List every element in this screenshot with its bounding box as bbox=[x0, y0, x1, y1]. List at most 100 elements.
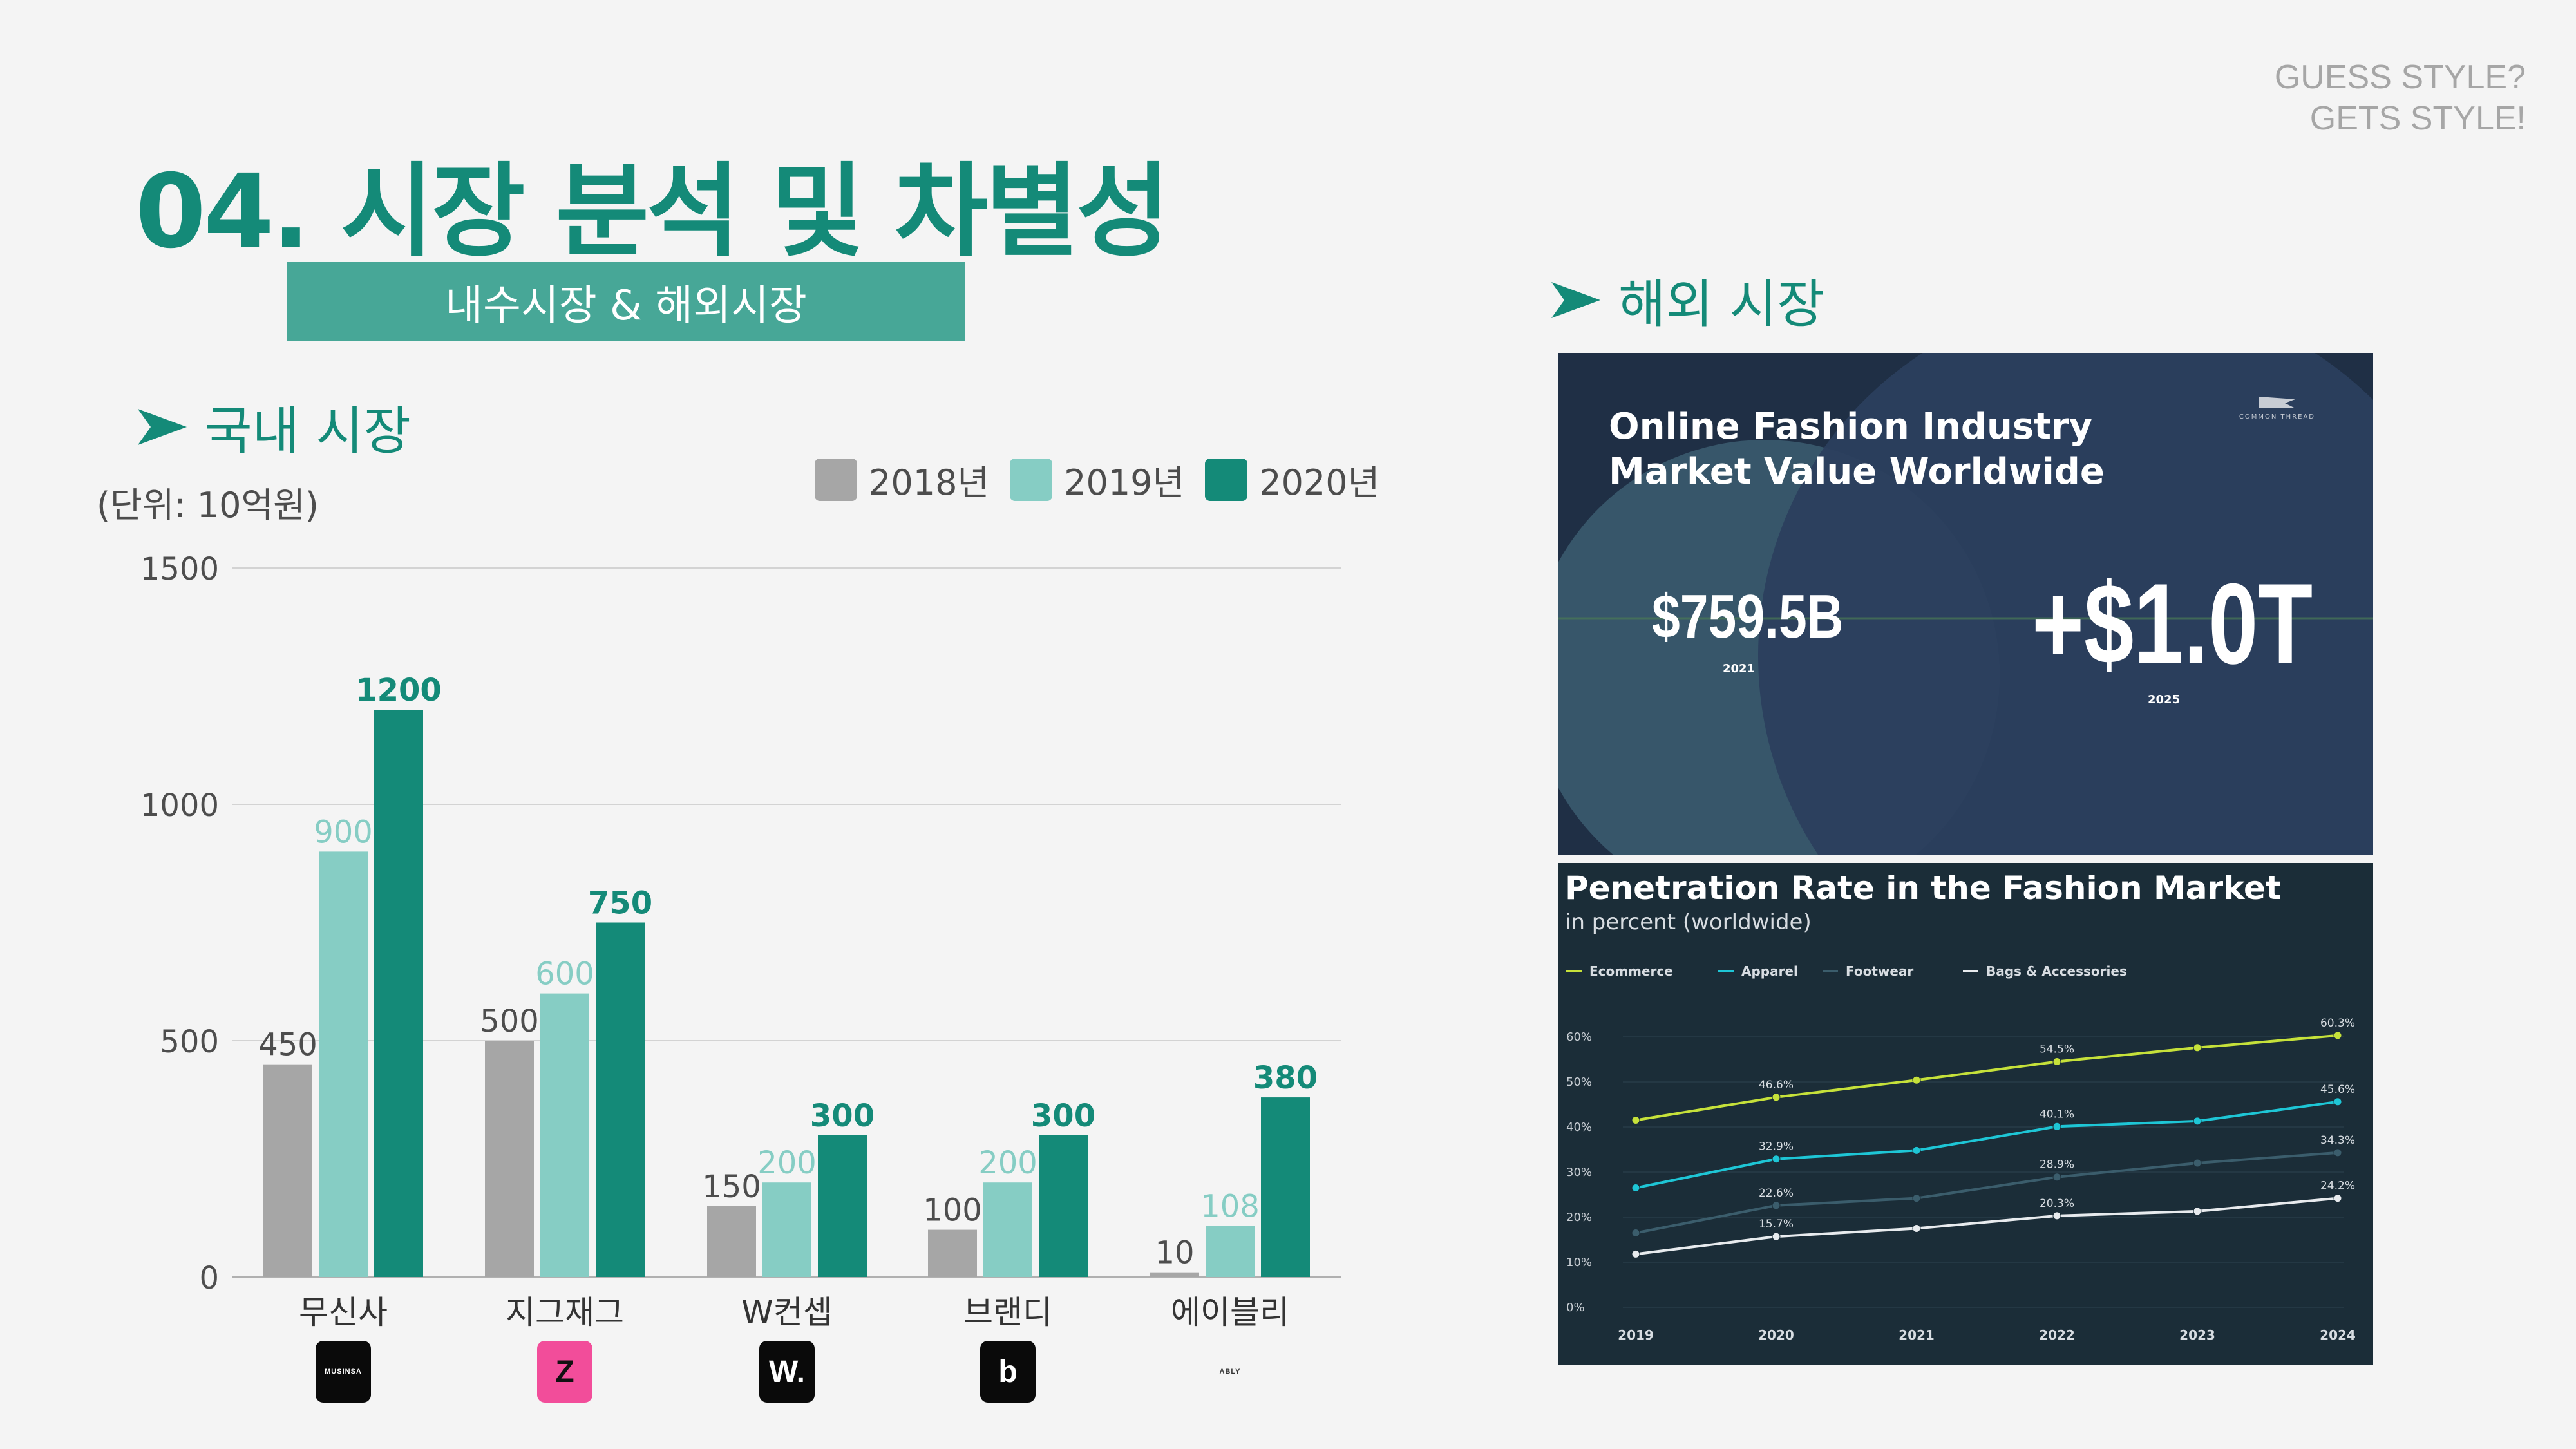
series-point bbox=[1631, 1229, 1640, 1237]
company-logo-text: ABLY bbox=[1219, 1368, 1241, 1376]
bar-value-label: 900 bbox=[314, 814, 373, 850]
overseas-section-title: 해외 시장 bbox=[1618, 274, 1824, 334]
bar-2019년-3 bbox=[983, 1182, 1032, 1277]
legend-label-1: Apparel bbox=[1741, 963, 1798, 979]
bar-2020년-1 bbox=[596, 922, 645, 1277]
series-point bbox=[2052, 1057, 2061, 1066]
point-label: 28.9% bbox=[2040, 1159, 2074, 1171]
bar-2019년-0 bbox=[319, 851, 368, 1277]
bar-value-label: 108 bbox=[1200, 1189, 1260, 1225]
market-value-title-line2: Market Value Worldwide bbox=[1609, 451, 2105, 493]
arrow-right-icon bbox=[1551, 282, 1600, 318]
brand-tagline: GUESS STYLE? GETS STYLE! bbox=[2275, 57, 2526, 139]
y-tick-label: 1500 bbox=[140, 551, 219, 587]
series-point bbox=[1631, 1116, 1640, 1124]
point-label: 45.6% bbox=[2320, 1083, 2355, 1096]
line-x-tick: 2022 bbox=[2039, 1327, 2075, 1343]
line-x-tick: 2019 bbox=[1618, 1327, 1654, 1343]
bar-value-label: 450 bbox=[258, 1027, 317, 1063]
bar-2020년-4 bbox=[1261, 1097, 1310, 1277]
company-logo-text: Z bbox=[555, 1354, 574, 1389]
bar-value-label: 100 bbox=[923, 1193, 982, 1229]
bar-value-label: 380 bbox=[1253, 1060, 1318, 1096]
company-logo-3: b bbox=[980, 1341, 1036, 1403]
company-logo-1: Z bbox=[537, 1341, 592, 1403]
flag-icon bbox=[2259, 397, 2295, 408]
bar-2020년-0 bbox=[374, 710, 423, 1277]
line-y-tick: 0% bbox=[1566, 1301, 1585, 1314]
series-point bbox=[1631, 1184, 1640, 1192]
y-tick-label: 0 bbox=[199, 1260, 219, 1296]
year-2025: 2025 bbox=[2148, 693, 2181, 706]
series-point bbox=[2333, 1148, 2342, 1157]
series-point bbox=[1772, 1155, 1781, 1164]
brand-tag-line1: GUESS STYLE? bbox=[2274, 59, 2526, 96]
bar-value-label: 500 bbox=[480, 1003, 539, 1039]
point-label: 60.3% bbox=[2320, 1017, 2355, 1030]
line-y-tick: 50% bbox=[1566, 1075, 1592, 1089]
penetration-line-chart: Ecommerce Apparel Footwear Bags & Accessori… bbox=[1566, 963, 2356, 1343]
overseas-section-header: 해외 시장 bbox=[1549, 263, 1824, 337]
point-label: 32.9% bbox=[1759, 1141, 1794, 1153]
brand-tag-line2: GETS STYLE! bbox=[2309, 100, 2526, 137]
company-logo-text: MUSINSA bbox=[325, 1368, 362, 1376]
line-y-tick: 40% bbox=[1566, 1121, 1592, 1134]
company-logo-4: ABLY bbox=[1202, 1341, 1258, 1403]
point-label: 15.7% bbox=[1759, 1218, 1794, 1231]
series-point bbox=[2052, 1211, 2061, 1220]
point-label: 24.2% bbox=[2320, 1180, 2355, 1193]
series-point bbox=[1772, 1201, 1781, 1210]
line-x-tick: 2021 bbox=[1899, 1327, 1935, 1343]
bar-value-label: 150 bbox=[702, 1169, 761, 1205]
series-point bbox=[1912, 1146, 1921, 1155]
bar-value-label: 10 bbox=[1155, 1235, 1194, 1271]
bar-2020년-2 bbox=[818, 1135, 867, 1277]
line-x-tick: 2024 bbox=[2320, 1327, 2356, 1343]
series-point bbox=[1912, 1224, 1921, 1233]
legend-label-2: Footwear bbox=[1846, 963, 1913, 979]
line-x-tick: 2023 bbox=[2179, 1327, 2215, 1343]
market-value-title-line1: Online Fashion Industry bbox=[1609, 406, 2093, 448]
bar-2019년-2 bbox=[762, 1182, 811, 1277]
bar-value-label: 200 bbox=[978, 1145, 1037, 1181]
bar-2019년-4 bbox=[1206, 1226, 1255, 1277]
company-logo-0: MUSINSA bbox=[316, 1341, 371, 1403]
series-line-3 bbox=[1635, 1197, 2338, 1256]
series-point bbox=[1912, 1075, 1921, 1084]
category-label: 에이블리 bbox=[1171, 1294, 1289, 1331]
common-thread-logo: COMMON THREAD bbox=[2239, 394, 2315, 421]
series-point bbox=[1631, 1249, 1640, 1258]
market-value-panel: COMMON THREAD Online Fashion Industry Ma… bbox=[1558, 353, 2373, 855]
bar-2018년-0 bbox=[263, 1064, 312, 1277]
category-label: 지그재그 bbox=[506, 1294, 624, 1331]
series-line-1 bbox=[1635, 1100, 2338, 1189]
bar-value-label: 750 bbox=[588, 886, 652, 922]
domestic-bar-chart: 0 500 1000 1500 450 900 1200 무신사 500 600 750 지그재그 15… bbox=[140, 551, 1341, 1331]
series-point bbox=[1772, 1093, 1781, 1102]
series-point bbox=[2333, 1031, 2342, 1040]
legend-label-3: Bags & Accessories bbox=[1986, 963, 2127, 979]
series-point bbox=[2193, 1117, 2202, 1126]
series-point bbox=[2052, 1122, 2061, 1131]
series-point bbox=[2333, 1097, 2342, 1106]
series-point bbox=[1912, 1194, 1921, 1203]
bar-value-label: 1200 bbox=[355, 672, 442, 708]
point-label: 22.6% bbox=[1759, 1187, 1794, 1200]
y-tick-label: 1000 bbox=[140, 788, 219, 824]
company-logo-text: W. bbox=[769, 1354, 805, 1389]
series-point bbox=[2193, 1207, 2202, 1216]
bar-value-label: 200 bbox=[757, 1145, 817, 1181]
series-point bbox=[2052, 1173, 2061, 1182]
bar-2019년-1 bbox=[540, 993, 589, 1277]
penetration-rate-panel: Penetration Rate in the Fashion Market i… bbox=[1558, 863, 2373, 1365]
value-2021: $759.5B bbox=[1652, 582, 1844, 651]
bar-2020년-3 bbox=[1039, 1135, 1088, 1277]
bar-2018년-4 bbox=[1150, 1272, 1199, 1277]
point-label: 20.3% bbox=[2040, 1197, 2074, 1210]
bar-2018년-1 bbox=[485, 1041, 534, 1277]
line-x-tick: 2020 bbox=[1758, 1327, 1794, 1343]
line-y-tick: 60% bbox=[1566, 1030, 1592, 1044]
category-label: 브랜디 bbox=[963, 1294, 1052, 1331]
bar-value-label: 300 bbox=[810, 1098, 875, 1134]
series-point bbox=[1772, 1232, 1781, 1241]
